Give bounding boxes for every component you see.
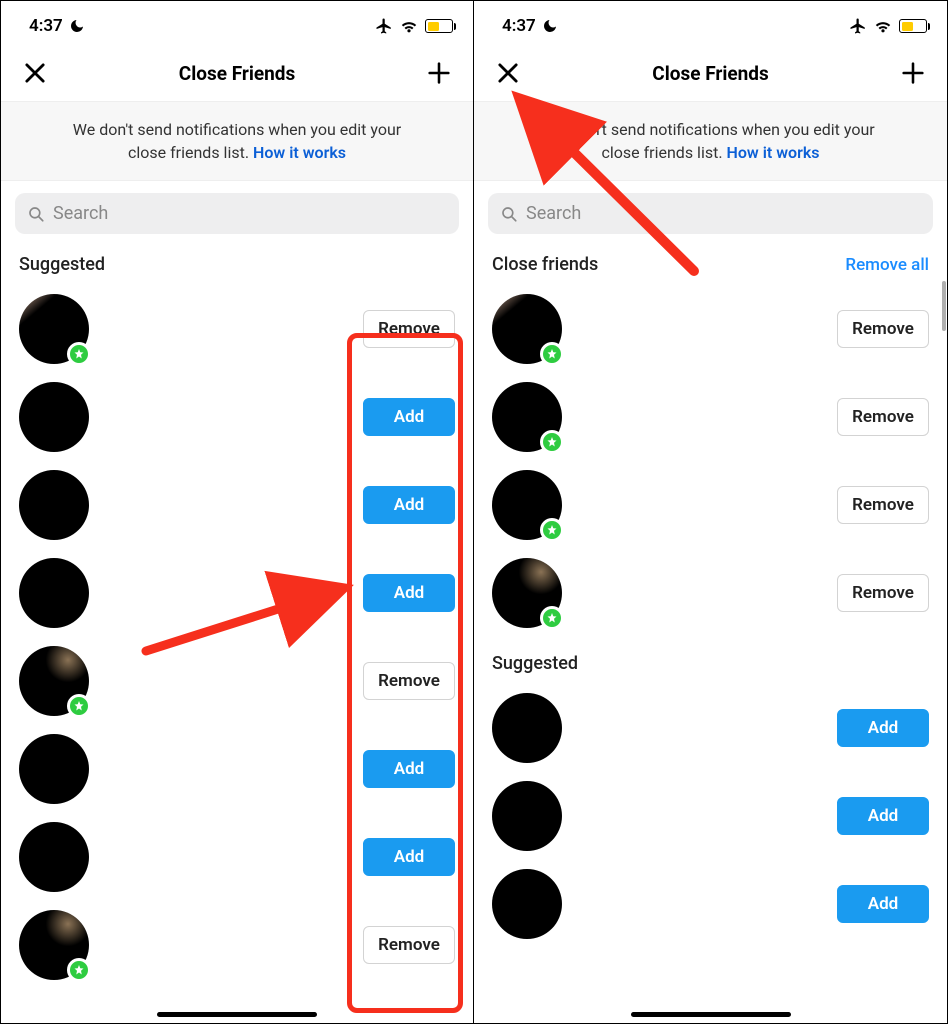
list-item: Add — [19, 549, 455, 637]
remove-button[interactable]: Remove — [363, 926, 455, 964]
list-item: Remove — [492, 373, 929, 461]
banner-text-a: We don't send notifications when you edi… — [73, 120, 401, 139]
section-suggested-title: Suggested — [492, 653, 578, 674]
banner-text-b: close friends list. — [128, 143, 253, 162]
close-friend-star-badge — [540, 518, 564, 542]
avatar[interactable] — [19, 822, 89, 892]
avatar[interactable] — [492, 382, 562, 452]
add-icon[interactable] — [899, 59, 927, 87]
section-close-friends-title: Close friends — [492, 254, 598, 275]
search-icon — [500, 205, 518, 223]
list-item: Add — [19, 725, 455, 813]
avatar[interactable] — [19, 910, 89, 980]
airplane-mode-icon — [849, 17, 867, 35]
home-indicator — [157, 1012, 317, 1017]
close-friend-star-badge — [67, 958, 91, 982]
status-bar: 4:37 — [474, 1, 947, 51]
close-friend-star-badge — [540, 430, 564, 454]
add-button[interactable]: Add — [363, 398, 455, 436]
wifi-icon — [399, 18, 419, 34]
add-button[interactable]: Add — [837, 797, 929, 835]
nav-header: Close Friends — [474, 51, 947, 101]
avatar[interactable] — [19, 294, 89, 364]
search-input[interactable]: Search — [488, 193, 933, 234]
add-button[interactable]: Add — [363, 838, 455, 876]
avatar[interactable] — [19, 382, 89, 452]
status-bar: 4:37 — [1, 1, 473, 51]
suggested-list: Remove Add Add Add Remove Add — [1, 285, 473, 989]
page-title: Close Friends — [179, 62, 295, 85]
info-banner: We don't send notifications when you edi… — [1, 101, 473, 181]
search-placeholder: Search — [53, 203, 108, 224]
suggested-list: Add Add Add — [474, 684, 947, 948]
dnd-moon-icon — [69, 18, 85, 34]
close-icon[interactable] — [21, 59, 49, 87]
avatar[interactable] — [19, 646, 89, 716]
page-title: Close Friends — [652, 62, 768, 85]
status-time: 4:37 — [502, 16, 536, 36]
avatar[interactable] — [492, 781, 562, 851]
list-item: Remove — [492, 285, 929, 373]
avatar[interactable] — [492, 470, 562, 540]
avatar[interactable] — [492, 558, 562, 628]
avatar[interactable] — [19, 558, 89, 628]
list-item: Add — [492, 860, 929, 948]
search-icon — [27, 205, 45, 223]
list-item: Add — [19, 813, 455, 901]
battery-icon — [425, 19, 453, 33]
avatar[interactable] — [492, 869, 562, 939]
list-item: Remove — [492, 461, 929, 549]
list-item: Remove — [19, 637, 455, 725]
nav-header: Close Friends — [1, 51, 473, 101]
battery-icon — [899, 19, 927, 33]
banner-text-b: close friends list. — [602, 143, 727, 162]
how-it-works-link[interactable]: How it works — [253, 143, 346, 162]
banner-text-a: We don't send notifications when you edi… — [546, 120, 874, 139]
search-input[interactable]: Search — [15, 193, 459, 234]
list-item: Add — [492, 684, 929, 772]
add-button[interactable]: Add — [837, 709, 929, 747]
remove-button[interactable]: Remove — [837, 574, 929, 612]
pane-right: 4:37 Close Friends — [474, 1, 947, 1023]
add-button[interactable]: Add — [837, 885, 929, 923]
avatar[interactable] — [19, 734, 89, 804]
avatar[interactable] — [492, 294, 562, 364]
avatar[interactable] — [19, 470, 89, 540]
section-suggested-title: Suggested — [19, 254, 105, 275]
dnd-moon-icon — [542, 18, 558, 34]
remove-button[interactable]: Remove — [363, 662, 455, 700]
scrollbar[interactable] — [942, 281, 946, 331]
add-button[interactable]: Add — [363, 486, 455, 524]
list-item: Add — [19, 373, 455, 461]
remove-button[interactable]: Remove — [837, 310, 929, 348]
list-item: Remove — [19, 901, 455, 989]
pane-left: 4:37 Close Friends — [1, 1, 474, 1023]
list-item: Add — [19, 461, 455, 549]
close-friend-star-badge — [67, 342, 91, 366]
avatar[interactable] — [492, 693, 562, 763]
close-icon[interactable] — [494, 59, 522, 87]
home-indicator — [631, 1012, 791, 1017]
info-banner: We don't send notifications when you edi… — [474, 101, 947, 181]
add-icon[interactable] — [425, 59, 453, 87]
close-friend-star-badge — [540, 342, 564, 366]
add-button[interactable]: Add — [363, 574, 455, 612]
list-item: Remove — [492, 549, 929, 637]
add-button[interactable]: Add — [363, 750, 455, 788]
airplane-mode-icon — [375, 17, 393, 35]
list-item: Remove — [19, 285, 455, 373]
search-placeholder: Search — [526, 203, 581, 224]
remove-button[interactable]: Remove — [363, 310, 455, 348]
close-friends-list: Remove Remove Remove Remove — [474, 285, 947, 637]
how-it-works-link[interactable]: How it works — [727, 143, 820, 162]
remove-all-button[interactable]: Remove all — [845, 255, 929, 275]
close-friend-star-badge — [67, 694, 91, 718]
close-friend-star-badge — [540, 606, 564, 630]
status-time: 4:37 — [29, 16, 63, 36]
list-item: Add — [492, 772, 929, 860]
remove-button[interactable]: Remove — [837, 398, 929, 436]
wifi-icon — [873, 18, 893, 34]
remove-button[interactable]: Remove — [837, 486, 929, 524]
